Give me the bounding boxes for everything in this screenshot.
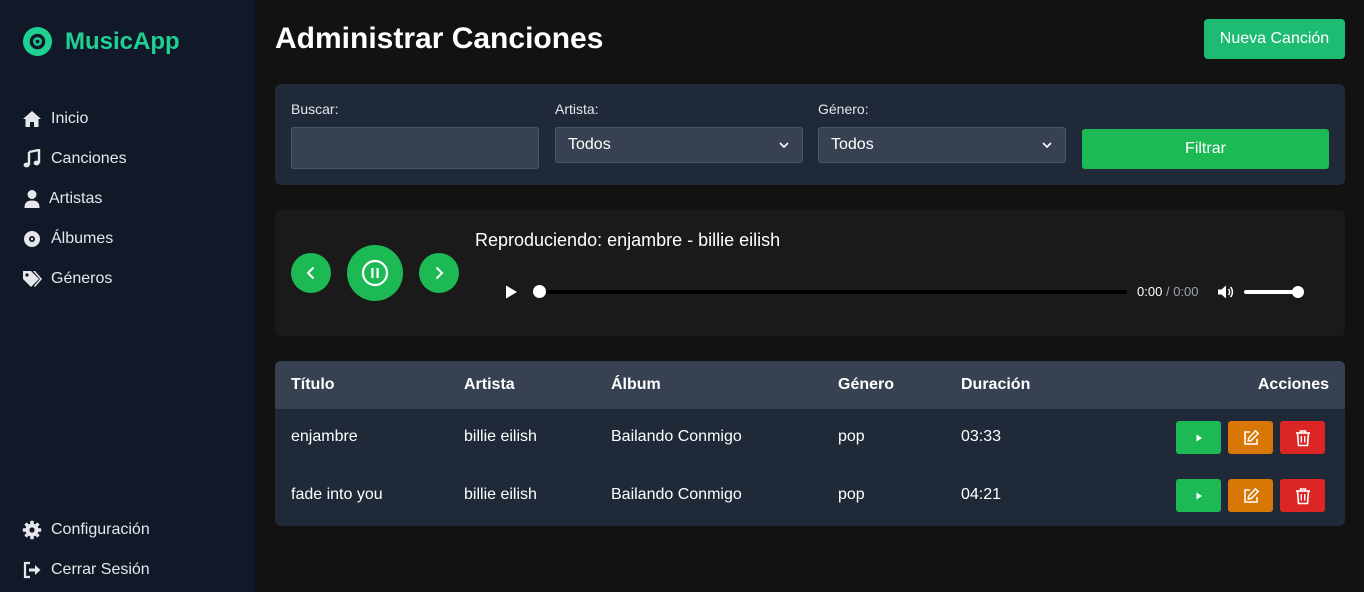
cell-genre: pop — [838, 486, 865, 503]
play-icon — [1196, 492, 1202, 499]
main-content: Administrar Canciones Nueva Canción Busc… — [255, 0, 1364, 592]
sidebar-item-label: Cerrar Sesión — [51, 561, 150, 578]
music-note-icon — [23, 149, 41, 168]
play-icon[interactable] — [503, 284, 519, 300]
sidebar: MusicApp Inicio Canciones Artistas Álbum… — [0, 0, 255, 592]
vinyl-record-icon — [22, 26, 53, 57]
sidebar-item-cerrar-sesion[interactable]: Cerrar Sesión — [22, 558, 150, 582]
artist-select[interactable]: Todos — [555, 127, 803, 163]
now-playing-text: Reproduciendo: enjambre - billie eilish — [475, 230, 781, 250]
genre-label: Género: — [818, 101, 869, 117]
table-header: Título Artista Álbum Género Duración Acc… — [275, 361, 1345, 409]
column-header-duration: Duración — [961, 376, 1031, 393]
filter-panel: Buscar: Artista: Todos Género: Todos Fil… — [275, 84, 1345, 185]
cell-artist: billie eilish — [464, 486, 537, 503]
pause-circle-icon — [361, 259, 389, 287]
chevron-down-icon — [779, 142, 789, 149]
sidebar-item-label: Álbumes — [51, 230, 114, 247]
delete-song-button[interactable] — [1280, 479, 1325, 512]
volume-icon[interactable] — [1216, 283, 1234, 301]
pause-button[interactable] — [347, 245, 403, 301]
cell-duration: 03:33 — [961, 428, 1002, 445]
sidebar-item-label: Artistas — [49, 190, 103, 207]
genre-select[interactable]: Todos — [818, 127, 1066, 163]
table-row: enjambre billie eilish Bailando Conmigo … — [275, 409, 1345, 467]
new-song-button[interactable]: Nueva Canción — [1204, 19, 1345, 59]
sidebar-item-inicio[interactable]: Inicio — [22, 107, 88, 131]
total-time: 0:00 — [1173, 284, 1199, 299]
edit-song-button[interactable] — [1228, 479, 1273, 512]
column-header-title: Título — [291, 376, 335, 393]
sidebar-item-configuracion[interactable]: Configuración — [22, 518, 150, 542]
sidebar-item-canciones[interactable]: Canciones — [22, 147, 127, 171]
trash-icon — [1295, 429, 1310, 446]
time-display: 0:00 / 0:00 — [1137, 284, 1199, 299]
table-row: fade into you billie eilish Bailando Con… — [275, 467, 1345, 525]
cell-duration: 04:21 — [961, 486, 1002, 503]
sidebar-item-generos[interactable]: Géneros — [22, 267, 112, 291]
page-title: Administrar Canciones — [275, 22, 604, 55]
cell-title: fade into you — [291, 486, 383, 503]
column-header-genre: Género — [838, 376, 895, 393]
cell-album: Bailando Conmigo — [611, 486, 742, 503]
trash-icon — [1295, 487, 1310, 504]
user-icon — [24, 190, 40, 208]
volume-thumb[interactable] — [1292, 286, 1304, 298]
cell-album: Bailando Conmigo — [611, 428, 742, 445]
delete-song-button[interactable] — [1280, 421, 1325, 454]
cell-genre: pop — [838, 428, 865, 445]
filter-button[interactable]: Filtrar — [1082, 129, 1329, 169]
current-time: 0:00 — [1137, 284, 1163, 299]
sidebar-item-artistas[interactable]: Artistas — [22, 187, 102, 211]
column-header-artist: Artista — [464, 376, 515, 393]
brand[interactable]: MusicApp — [22, 26, 180, 57]
artist-select-value: Todos — [568, 136, 611, 153]
sidebar-item-label: Inicio — [51, 110, 89, 127]
gear-icon — [22, 520, 42, 540]
time-separator: / — [1165, 284, 1170, 299]
column-header-album: Álbum — [611, 376, 661, 393]
songs-table: Título Artista Álbum Género Duración Acc… — [275, 361, 1345, 526]
genre-select-value: Todos — [831, 136, 874, 153]
sign-out-icon — [23, 561, 41, 579]
sidebar-item-albumes[interactable]: Álbumes — [22, 227, 113, 251]
next-button[interactable] — [419, 253, 459, 293]
chevron-right-icon — [435, 266, 444, 280]
edit-song-button[interactable] — [1228, 421, 1273, 454]
edit-icon — [1243, 487, 1259, 503]
previous-button[interactable] — [291, 253, 331, 293]
sidebar-item-label: Configuración — [51, 521, 150, 538]
search-label: Buscar: — [291, 101, 339, 117]
play-icon — [1196, 434, 1202, 441]
chevron-down-icon — [1042, 142, 1052, 149]
play-song-button[interactable] — [1176, 479, 1221, 512]
sidebar-item-label: Canciones — [51, 150, 127, 167]
search-input[interactable] — [291, 127, 539, 169]
progress-bar[interactable] — [534, 290, 1127, 294]
edit-icon — [1243, 429, 1259, 445]
compact-disc-icon — [24, 231, 40, 247]
column-header-actions: Acciones — [1257, 376, 1329, 393]
progress-thumb[interactable] — [533, 285, 546, 298]
cell-title: enjambre — [291, 428, 358, 445]
play-song-button[interactable] — [1176, 421, 1221, 454]
volume-slider[interactable] — [1244, 290, 1298, 294]
home-icon — [23, 111, 41, 127]
chevron-left-icon — [306, 266, 315, 280]
player-panel: Reproduciendo: enjambre - billie eilish … — [275, 210, 1345, 336]
sidebar-item-label: Géneros — [51, 270, 113, 287]
audio-player: 0:00 / 0:00 — [475, 272, 1321, 312]
cell-artist: billie eilish — [464, 428, 537, 445]
brand-name: MusicApp — [65, 27, 180, 55]
artist-label: Artista: — [555, 101, 599, 117]
tags-icon — [23, 271, 42, 287]
